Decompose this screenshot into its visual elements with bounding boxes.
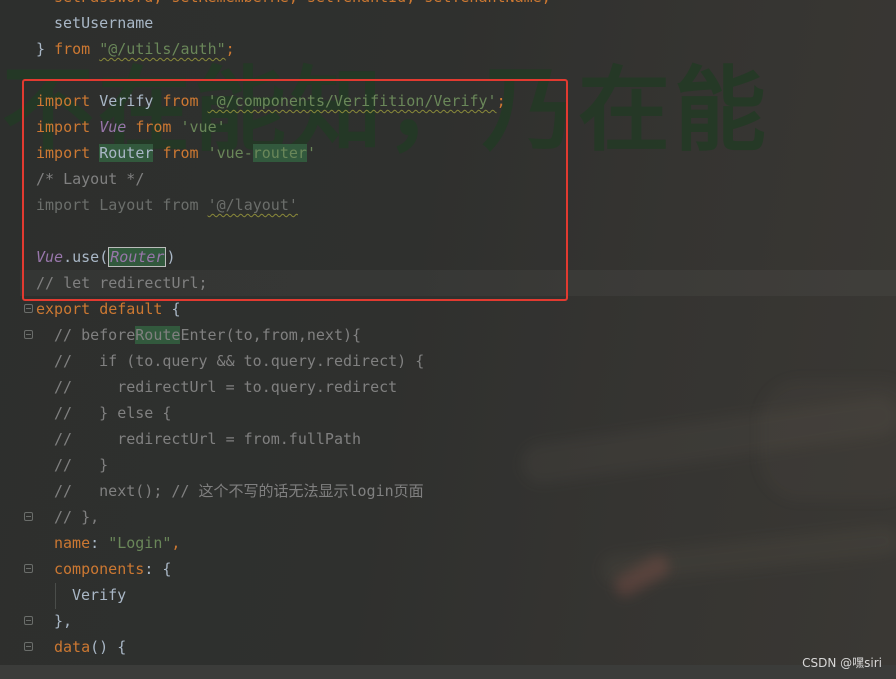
indent-guide bbox=[55, 583, 56, 609]
code-line-comment: // } bbox=[54, 456, 109, 474]
csdn-watermark: CSDN @嘿siri bbox=[802, 656, 882, 670]
red-annotation-box bbox=[22, 79, 568, 301]
code-line-comment: // if (to.query && to.query.redirect) { bbox=[54, 352, 425, 370]
background-streak bbox=[760, 380, 896, 500]
code-line-2: setUsername bbox=[54, 14, 154, 32]
code-line-data: data() { bbox=[54, 638, 127, 656]
fold-marker-icon[interactable] bbox=[24, 304, 33, 313]
code-line-1: setPassword, setRememberMe, setTenantId,… bbox=[54, 0, 551, 10]
bottom-scroll-bar[interactable] bbox=[0, 665, 896, 679]
code-editor[interactable]: 不在能知，乃在能 setPassword, setRememberMe, set… bbox=[0, 0, 896, 679]
code-line-comment: // }, bbox=[54, 508, 100, 526]
code-line-verify: Verify bbox=[72, 586, 127, 604]
code-line-comment: // redirectUrl = to.query.redirect bbox=[54, 378, 398, 396]
fold-marker-icon[interactable] bbox=[24, 330, 33, 339]
fold-marker-icon[interactable] bbox=[24, 642, 33, 651]
code-line-comment: // } else { bbox=[54, 404, 172, 422]
fold-marker-icon[interactable] bbox=[24, 512, 33, 521]
code-line-name: name: "Login", bbox=[54, 534, 181, 552]
code-line-before-route-enter: // beforeRouteEnter(to,from,next){ bbox=[54, 326, 362, 344]
code-line-comment: // next(); // 这个不写的话无法显示login页面 bbox=[54, 482, 424, 500]
fold-marker-icon[interactable] bbox=[24, 564, 33, 573]
code-line-components: components: { bbox=[54, 560, 172, 578]
code-line-comment: // redirectUrl = from.fullPath bbox=[54, 430, 362, 448]
code-line-close-brace: }, bbox=[54, 612, 73, 630]
code-line-3: } from "@/utils/auth"; bbox=[36, 40, 235, 58]
fold-marker-icon[interactable] bbox=[24, 616, 33, 625]
